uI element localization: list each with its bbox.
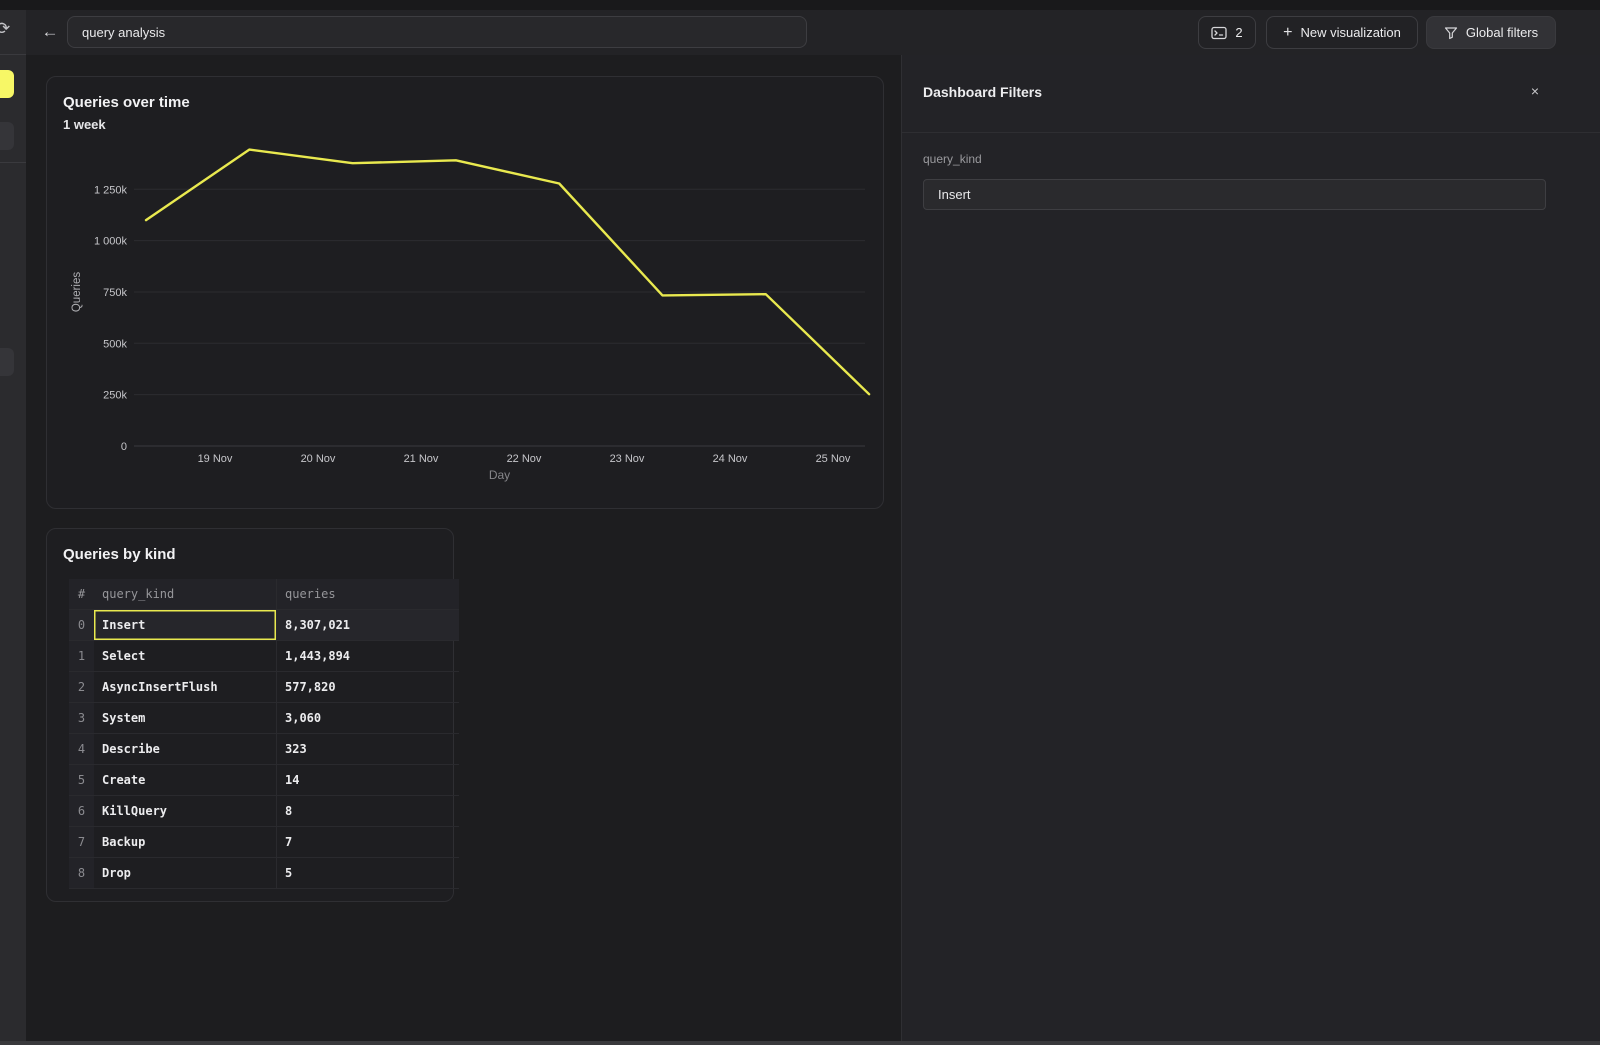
query-kind-cell[interactable]: Backup — [94, 827, 277, 858]
back-arrow-icon: ← — [42, 22, 59, 42]
sidebar-item-active[interactable] — [0, 70, 14, 98]
y-tick-label: 0 — [121, 441, 127, 453]
queries-value-cell[interactable]: 8 — [277, 796, 460, 827]
table-row: 1Select1,443,894 — [69, 641, 459, 672]
top-bar: ← 2 + New visualization Global filters — [26, 10, 1600, 55]
query-kind-cell[interactable]: Select — [94, 641, 277, 672]
dashboard-title-input[interactable] — [67, 16, 807, 48]
panel-divider — [902, 132, 1600, 133]
queries-by-kind-card: Queries by kind #query_kindqueries0Inser… — [46, 528, 454, 902]
back-button[interactable]: ← — [39, 21, 61, 43]
filter-field-label: query_kind — [923, 152, 982, 166]
console-count-button[interactable]: 2 — [1198, 16, 1256, 49]
row-index-cell: 8 — [69, 858, 94, 889]
query-kind-cell[interactable]: KillQuery — [94, 796, 277, 827]
queries-over-time-chart: 0 250k 500k 750k 1 000k 1 250k 19 Nov 20 Nov 21 … — [47, 77, 883, 508]
x-axis-title: Day — [489, 468, 510, 482]
row-index-cell: 1 — [69, 641, 94, 672]
x-tick-label: 25 Nov — [816, 453, 851, 465]
queries-over-time-card: Queries over time 1 week 0250k500k750k1 … — [46, 76, 884, 509]
y-tick-label: 500k — [103, 338, 127, 350]
row-index-cell: 7 — [69, 827, 94, 858]
queries-value-cell[interactable]: 8,307,021 — [277, 610, 460, 641]
sidebar-item[interactable] — [0, 122, 14, 150]
column-header-query_kind: query_kind — [94, 579, 277, 610]
queries-value-cell[interactable]: 323 — [277, 734, 460, 765]
queries-value-cell[interactable]: 7 — [277, 827, 460, 858]
global-filters-label: Global filters — [1466, 25, 1538, 40]
x-tick-label: 22 Nov — [507, 453, 542, 465]
console-icon — [1211, 26, 1227, 40]
sidebar-divider — [0, 54, 26, 55]
column-header-index: # — [69, 579, 94, 610]
sidebar-item[interactable] — [0, 348, 14, 376]
table-header-row: #query_kindqueries — [69, 579, 459, 610]
queries-value-cell[interactable]: 14 — [277, 765, 460, 796]
table-row: 7Backup7 — [69, 827, 459, 858]
bottom-edge-strip — [0, 1041, 1600, 1045]
row-index-cell: 4 — [69, 734, 94, 765]
query-kind-cell[interactable]: Describe — [94, 734, 277, 765]
sidebar-divider — [0, 162, 26, 163]
table-row: 8Drop5 — [69, 858, 459, 889]
global-filters-button[interactable]: Global filters — [1426, 16, 1556, 49]
y-tick-label: 250k — [103, 390, 127, 402]
y-tick-label: 750k — [103, 287, 127, 299]
y-tick-label: 1 250k — [94, 184, 128, 196]
x-tick-label: 20 Nov — [301, 453, 336, 465]
row-index-cell: 6 — [69, 796, 94, 827]
table-row: 2AsyncInsertFlush577,820 — [69, 672, 459, 703]
x-tick-label: 23 Nov — [610, 453, 645, 465]
funnel-icon — [1444, 26, 1458, 40]
new-visualization-button[interactable]: + New visualization — [1266, 16, 1418, 49]
queries-value-cell[interactable]: 3,060 — [277, 703, 460, 734]
plus-icon: + — [1283, 25, 1292, 41]
row-index-cell: 0 — [69, 610, 94, 641]
table-title: Queries by kind — [63, 546, 176, 563]
left-sidebar: ⟳ — [0, 10, 26, 1045]
row-index-cell: 5 — [69, 765, 94, 796]
x-tick-label: 24 Nov — [713, 453, 748, 465]
y-axis-title: Queries — [71, 272, 83, 313]
table-row: 0Insert8,307,021 — [69, 610, 459, 641]
close-icon[interactable]: × — [1526, 82, 1544, 100]
row-index-cell: 3 — [69, 703, 94, 734]
column-header-queries: queries — [277, 579, 460, 610]
x-tick-label: 19 Nov — [198, 453, 233, 465]
queries-value-cell[interactable]: 1,443,894 — [277, 641, 460, 672]
queries-value-cell[interactable]: 577,820 — [277, 672, 460, 703]
console-count: 2 — [1235, 25, 1242, 40]
queries-value-cell[interactable]: 5 — [277, 858, 460, 889]
window-top-strip — [0, 0, 1600, 10]
table-row: 5Create14 — [69, 765, 459, 796]
dashboard-filters-panel: Dashboard Filters × query_kind — [901, 55, 1600, 1045]
x-tick-label: 21 Nov — [404, 453, 439, 465]
query-kind-filter-input[interactable] — [923, 179, 1546, 210]
table-row: 6KillQuery8 — [69, 796, 459, 827]
table-row: 3System3,060 — [69, 703, 459, 734]
y-tick-label: 1 000k — [94, 236, 128, 248]
queries-by-kind-table: #query_kindqueries0Insert8,307,0211Selec… — [69, 579, 459, 889]
app-window: ⟳ ← 2 + New visualization Global f — [0, 0, 1600, 1045]
row-index-cell: 2 — [69, 672, 94, 703]
history-icon[interactable]: ⟳ — [0, 19, 10, 39]
new-visualization-label: New visualization — [1300, 25, 1400, 40]
panel-title: Dashboard Filters — [923, 84, 1042, 100]
query-kind-cell[interactable]: AsyncInsertFlush — [94, 672, 277, 703]
query-kind-cell[interactable]: Create — [94, 765, 277, 796]
table-row: 4Describe323 — [69, 734, 459, 765]
chart-line — [146, 150, 869, 395]
query-kind-cell[interactable]: Drop — [94, 858, 277, 889]
query-kind-cell[interactable]: System — [94, 703, 277, 734]
query-kind-cell[interactable]: Insert — [94, 610, 277, 641]
